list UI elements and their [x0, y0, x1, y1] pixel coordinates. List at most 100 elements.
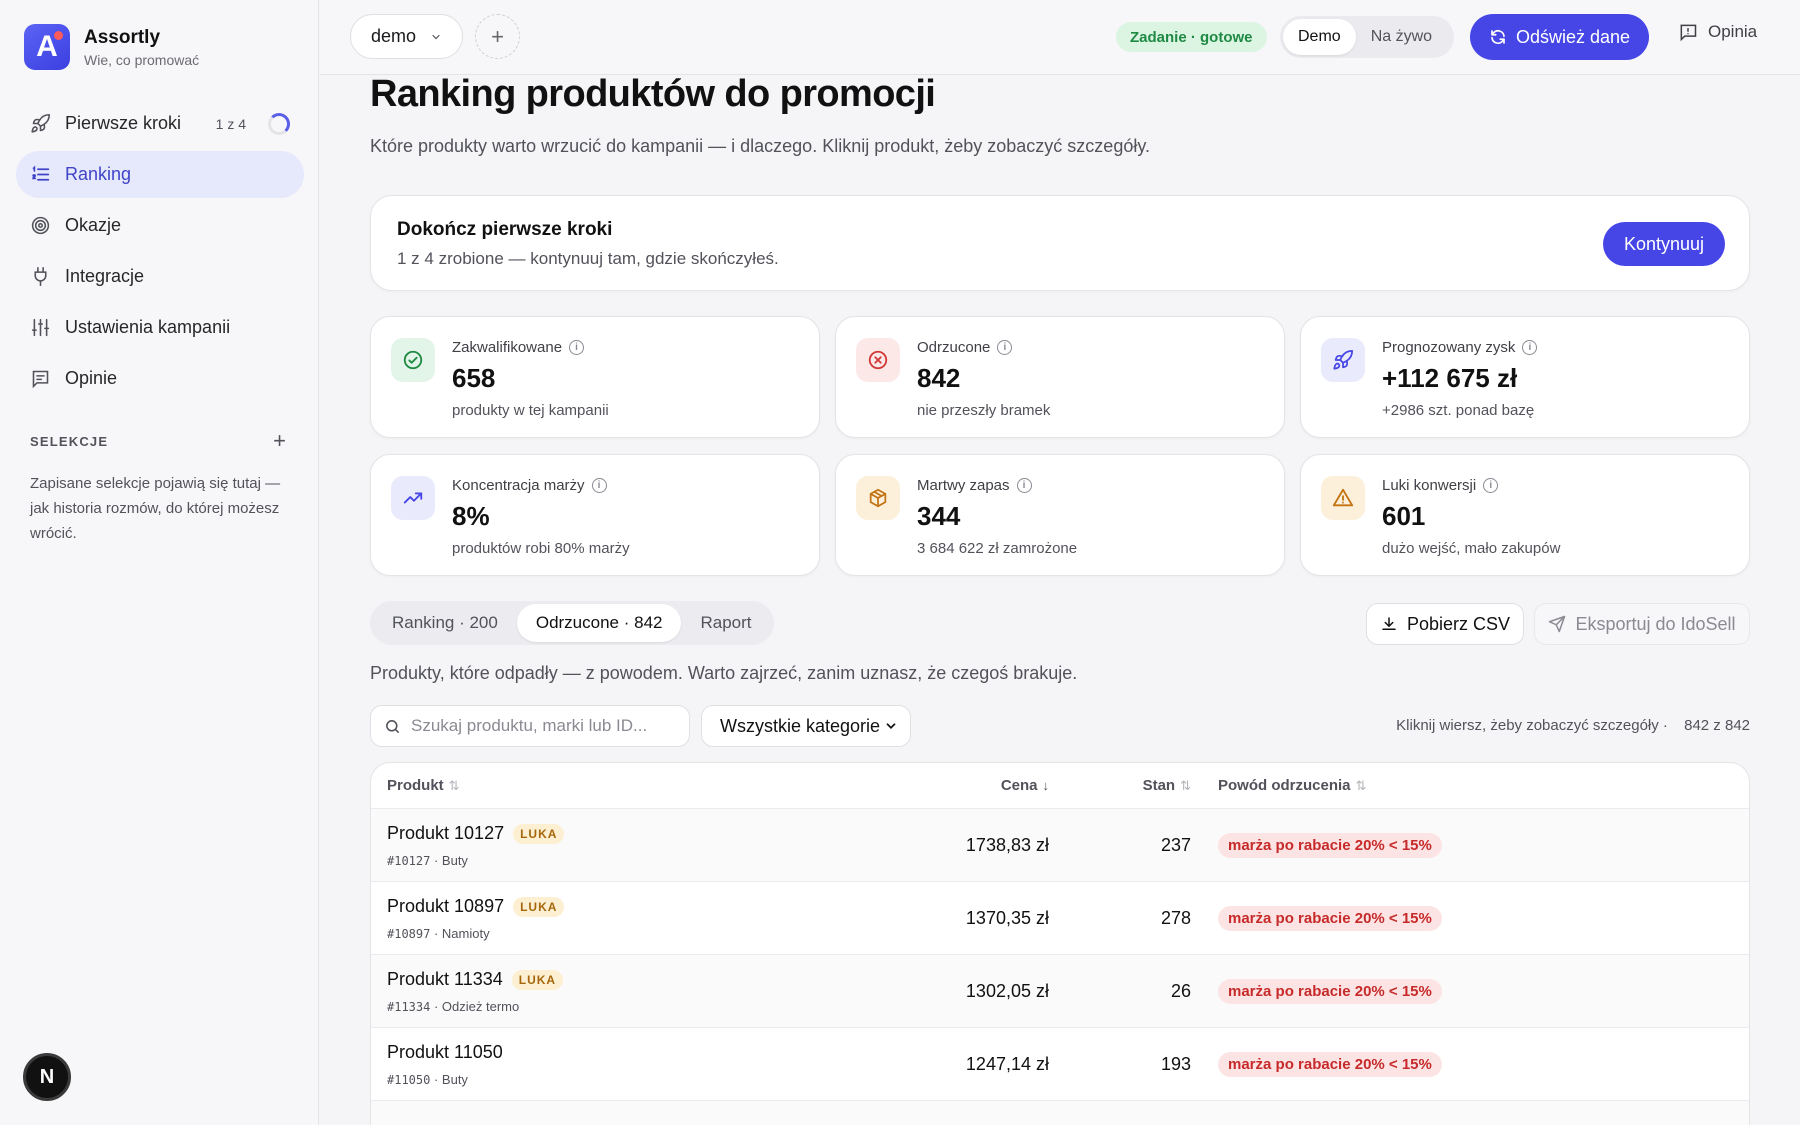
- table-row[interactable]: Produkt 10897 LUKA #10897 · Namioty 1370,…: [371, 882, 1749, 955]
- product-id: #10127: [387, 854, 431, 868]
- sidebar: A Assortly Wie, co promować Pierwsze kro…: [0, 0, 319, 1125]
- kpi-icon-wrap: [856, 476, 900, 520]
- mode-live-button[interactable]: Na żywo: [1356, 19, 1447, 55]
- page-subtitle: Które produkty warto wrzucić do kampanii…: [370, 136, 1151, 156]
- table-row[interactable]: Produkt 11050 #11050 · Buty 1247,14 zł 1…: [371, 1028, 1749, 1101]
- sort-icon: ⇅: [1355, 777, 1367, 793]
- table-meta: Kliknij wiersz, żeby zobaczyć szczegóły …: [1396, 717, 1750, 734]
- rocket-icon: [31, 113, 51, 133]
- brand[interactable]: A Assortly Wie, co promować: [24, 24, 199, 70]
- column-label: Produkt: [387, 777, 444, 794]
- sidebar-item-label: Integracje: [65, 266, 145, 286]
- download-csv-button[interactable]: Pobierz CSV: [1366, 603, 1524, 645]
- kpi-qualified[interactable]: Zakwalifikowane i 658 produkty w tej kamp…: [370, 316, 820, 438]
- kpi-margin-concentration[interactable]: Koncentracja marży i 8% produktów robi 80…: [370, 454, 820, 576]
- chevron-down-icon: [886, 723, 896, 729]
- product-meta: #10127 · Buty: [387, 853, 468, 868]
- package-icon: [869, 488, 887, 508]
- kpi-icon-wrap: [856, 338, 900, 382]
- kpi-rejected[interactable]: Odrzucone i 842 nie przeszły bramek: [835, 316, 1285, 438]
- column-header-product[interactable]: Produkt ⇅: [387, 777, 460, 794]
- info-icon[interactable]: i: [569, 340, 585, 355]
- column-header-stock[interactable]: Stan ⇅: [1143, 777, 1191, 794]
- product-category: Buty: [441, 1072, 468, 1087]
- warning-icon: [1332, 488, 1354, 507]
- tab-report[interactable]: Raport: [681, 604, 770, 642]
- gap-badge: LUKA: [513, 823, 565, 844]
- sidebar-item-feedback[interactable]: Opinie: [16, 355, 304, 402]
- brand-logo: A: [24, 24, 70, 70]
- sidebar-item-campaign-settings[interactable]: Ustawienia kampanii: [16, 304, 304, 351]
- avatar[interactable]: N: [23, 1053, 71, 1101]
- kpi-subtext: 3 684 622 zł zamrożone: [917, 540, 1078, 557]
- kpi-dead-stock[interactable]: Martwy zapas i 344 3 684 622 zł zamrożone: [835, 454, 1285, 576]
- kpi-conversion-gaps[interactable]: Luki konwersji i 601 dużo wejść, mało zak…: [1300, 454, 1750, 576]
- trend-up-icon: [403, 492, 423, 504]
- workspace-select[interactable]: demo: [350, 14, 463, 59]
- product-meta: #11334 · Odzież termo: [387, 999, 520, 1014]
- kpi-forecast-profit[interactable]: Prognozowany zysk i +112 675 zł +2986 szt…: [1300, 316, 1750, 438]
- kpi-value: 658: [452, 363, 496, 393]
- add-selection-icon[interactable]: +: [273, 430, 286, 452]
- column-header-price[interactable]: Cena ↓: [1001, 777, 1049, 794]
- kpi-subtext: +2986 szt. ponad bazę: [1382, 402, 1535, 419]
- feedback-button[interactable]: Opinia: [1678, 22, 1757, 42]
- kpi-icon-wrap: [1321, 476, 1365, 520]
- sidebar-nav: Pierwsze kroki 1 z 4 Ranking Okazje Inte…: [16, 100, 304, 406]
- refresh-icon: [1491, 30, 1505, 44]
- x-circle-icon: [868, 350, 888, 370]
- rejection-reason-badge: marża po rabacie 20% < 15%: [1218, 833, 1442, 858]
- info-icon[interactable]: i: [1522, 340, 1538, 355]
- refresh-data-button[interactable]: Odśwież dane: [1470, 14, 1649, 60]
- category-value: Wszystkie kategorie: [720, 715, 881, 736]
- category-select[interactable]: Wszystkie kategorie: [701, 705, 911, 747]
- search-box[interactable]: [370, 705, 690, 747]
- gap-badge: LUKA: [511, 969, 564, 990]
- table-row-partial[interactable]: [371, 1101, 1749, 1125]
- product-name: Produkt 11050: [387, 1042, 503, 1062]
- selections-header: SELEKCJE +: [30, 430, 286, 452]
- export-idosell-button[interactable]: Eksportuj do IdoSell: [1534, 603, 1750, 645]
- sidebar-item-opportunities[interactable]: Okazje: [16, 202, 304, 249]
- search-icon: [386, 719, 399, 733]
- sidebar-item-first-steps[interactable]: Pierwsze kroki 1 z 4: [16, 100, 304, 147]
- info-icon[interactable]: i: [591, 478, 607, 493]
- download-icon: [1382, 617, 1396, 630]
- rocket-icon: [1333, 349, 1354, 370]
- product-name: Produkt 11334: [387, 969, 503, 989]
- continue-button[interactable]: Kontynuuj: [1603, 222, 1725, 266]
- sidebar-item-label: Opinie: [65, 368, 118, 388]
- sidebar-item-integrations[interactable]: Integracje: [16, 253, 304, 300]
- send-icon: [1549, 615, 1566, 633]
- sort-icon: ⇅: [1180, 777, 1191, 793]
- sidebar-item-label: Pierwsze kroki: [65, 113, 182, 133]
- brand-name: Assortly: [84, 26, 161, 48]
- product-stock: 278: [1160, 908, 1191, 928]
- result-count: 842 z 842: [1684, 717, 1750, 734]
- product-name: Produkt 10897: [387, 896, 505, 916]
- tab-rejected[interactable]: Odrzucone · 842: [516, 604, 682, 642]
- kpi-subtext: produktów robi 80% marży: [452, 540, 630, 557]
- onboarding-title: Dokończ pierwsze kroki: [397, 219, 613, 240]
- mode-demo-button[interactable]: Demo: [1283, 19, 1356, 55]
- info-icon[interactable]: i: [1016, 478, 1032, 493]
- product-name-cell: Produkt 11334 LUKA: [387, 969, 564, 990]
- list-description: Produkty, które odpadły — z powodem. War…: [370, 663, 1078, 683]
- product-name-cell: Produkt 10127 LUKA: [387, 823, 565, 844]
- info-icon[interactable]: i: [1483, 478, 1499, 493]
- first-steps-progress: 1 z 4: [215, 115, 246, 132]
- info-icon[interactable]: i: [997, 340, 1013, 355]
- list-icon: [32, 165, 50, 181]
- table-row[interactable]: Produkt 11334 LUKA #11334 · Odzież termo …: [371, 955, 1749, 1028]
- search-input[interactable]: [411, 716, 671, 736]
- product-price: 1370,35 zł: [965, 908, 1049, 928]
- column-header-reason[interactable]: Powód odrzucenia ⇅: [1218, 777, 1366, 794]
- add-workspace-button[interactable]: +: [475, 14, 520, 59]
- topbar: demo + Zadanie · gotowe Demo Na żywo Odś…: [320, 0, 1800, 75]
- sidebar-item-ranking[interactable]: Ranking: [16, 151, 304, 198]
- tab-ranking[interactable]: Ranking · 200: [373, 604, 517, 642]
- kpi-label-row: Luki konwersji i: [1382, 477, 1499, 494]
- gap-badge: LUKA: [513, 896, 565, 917]
- table-row[interactable]: Produkt 10127 LUKA #10127 · Buty 1738,83 …: [371, 809, 1749, 882]
- export-label: Eksportuj do IdoSell: [1575, 613, 1736, 634]
